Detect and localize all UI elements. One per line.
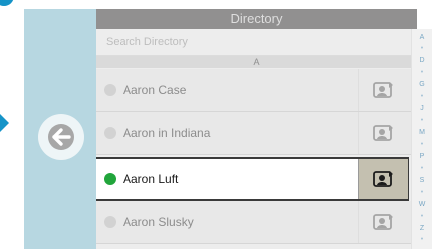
contact-card-icon [372,125,393,141]
index-separator: • [420,189,424,196]
presence-dot [104,127,116,139]
index-separator: • [420,213,424,220]
contact-card-icon [372,171,393,187]
index-letter-w[interactable]: W [412,201,432,208]
index-letter-j[interactable]: J [412,105,432,112]
index-separator: • [420,69,424,76]
index-separator: • [420,117,424,124]
contact-name: Aaron in Indiana [123,126,211,140]
index-separator: • [420,141,424,148]
left-arrow-icon [48,124,74,150]
index-separator: • [420,236,424,243]
back-button[interactable] [38,114,84,160]
presence-dot [104,216,116,228]
contact-card-button[interactable] [358,112,408,154]
presence-dot-online [104,173,116,185]
index-letter-g[interactable]: G [412,81,432,88]
status-indicator [0,0,14,6]
index-separator: • [420,45,424,52]
index-letter-p[interactable]: P [412,153,432,160]
contact-name: Aaron Case [123,83,187,97]
index-letter-s[interactable]: S [412,177,432,184]
index-separator: • [420,165,424,172]
index-letter-m[interactable]: M [412,129,432,136]
contact-name: Aaron Slusky [123,215,194,229]
index-letter-d[interactable]: D [412,57,432,64]
index-letter-a[interactable]: A [412,34,432,41]
contact-card-icon [372,214,393,230]
search-bar [96,29,417,56]
index-letter-z[interactable]: Z [412,225,432,232]
directory-panel: Directory A Aaron Case Aaron in Indiana [96,9,417,249]
section-header: A [96,56,417,68]
contact-card-button[interactable] [358,201,408,243]
expand-tab-icon[interactable] [0,114,9,132]
contact-card-button[interactable] [358,69,408,111]
contact-row[interactable]: Aaron in Indiana [96,112,417,155]
directory-title: Directory [96,9,417,29]
contact-row-selected[interactable]: Aaron Luft [96,157,409,201]
alphabet-index[interactable]: A • D • G • J • M • P • S • W • Z • [411,29,432,249]
index-separator: • [420,93,424,100]
contact-card-icon [372,82,393,98]
contact-card-button[interactable] [358,159,408,199]
contact-row[interactable]: Aaron Case [96,69,417,112]
contact-row[interactable]: Aaron Slusky [96,201,417,244]
search-input[interactable] [104,35,388,49]
contact-name: Aaron Luft [123,172,179,186]
presence-dot [104,84,116,96]
